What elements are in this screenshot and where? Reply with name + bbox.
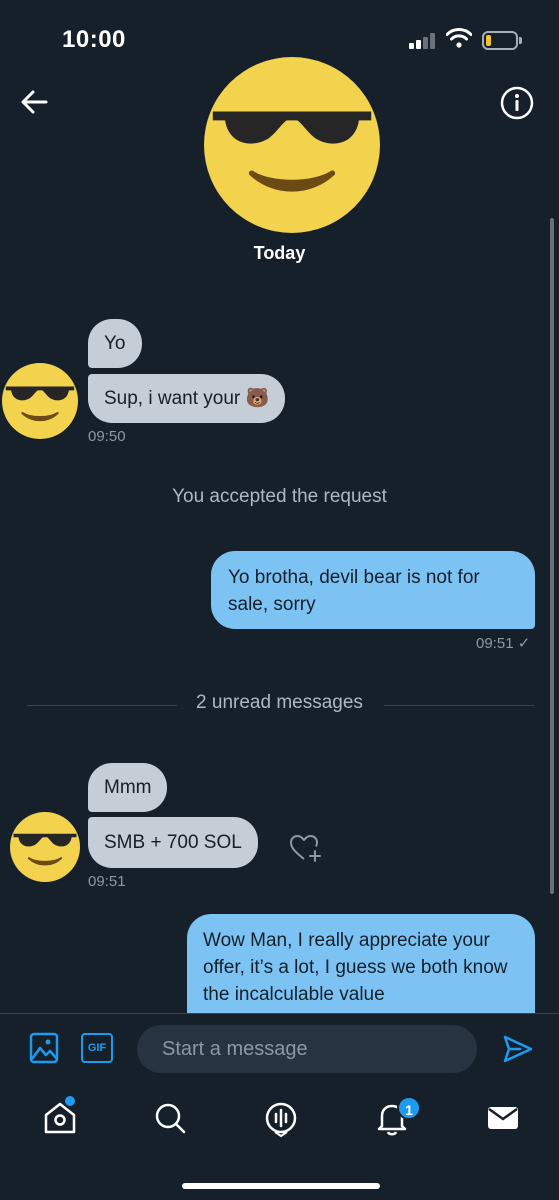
notification-badge: 1 (397, 1096, 421, 1120)
info-icon[interactable] (500, 86, 534, 120)
sent-message[interactable]: Wow Man, I really appreciate your offer,… (187, 914, 535, 1014)
request-accepted-notice: You accepted the request (172, 486, 387, 507)
scrollbar[interactable] (550, 218, 554, 894)
sent-message[interactable]: Yo brotha, devil bear is not for sale, s… (211, 551, 535, 629)
gif-icon[interactable]: GIF (81, 1033, 113, 1063)
home-indicator[interactable] (182, 1183, 380, 1189)
message-timestamp: 09:51 (88, 873, 126, 890)
day-separator: Today (253, 243, 306, 263)
sender-avatar[interactable] (10, 812, 80, 882)
divider-line (384, 705, 534, 706)
spaces-icon[interactable] (261, 1098, 301, 1138)
mail-icon[interactable] (483, 1098, 523, 1138)
search-icon[interactable] (150, 1098, 190, 1138)
signal-icon (409, 33, 437, 49)
message-input[interactable] (137, 1025, 477, 1073)
send-icon[interactable] (502, 1033, 534, 1065)
back-arrow-icon[interactable] (18, 86, 50, 118)
wifi-icon (446, 28, 472, 48)
status-time: 10:00 (62, 26, 126, 53)
heart-add-icon[interactable] (288, 832, 322, 864)
message-timestamp: 09:50 (88, 428, 126, 445)
received-message[interactable]: Sup, i want your 🐻 (88, 374, 286, 423)
received-message[interactable]: SMB + 700 SOL (88, 817, 258, 868)
home-notification-dot (65, 1096, 75, 1106)
image-icon[interactable] (29, 1032, 59, 1064)
message-timestamp: 09:51 ✓ (476, 635, 531, 652)
received-message[interactable]: Mmm (88, 763, 168, 812)
contact-avatar[interactable] (204, 57, 380, 233)
sender-avatar[interactable] (2, 361, 78, 441)
battery-icon (482, 31, 522, 50)
unread-divider-label: 2 unread messages (196, 692, 363, 713)
received-message[interactable]: Yo (88, 319, 142, 368)
